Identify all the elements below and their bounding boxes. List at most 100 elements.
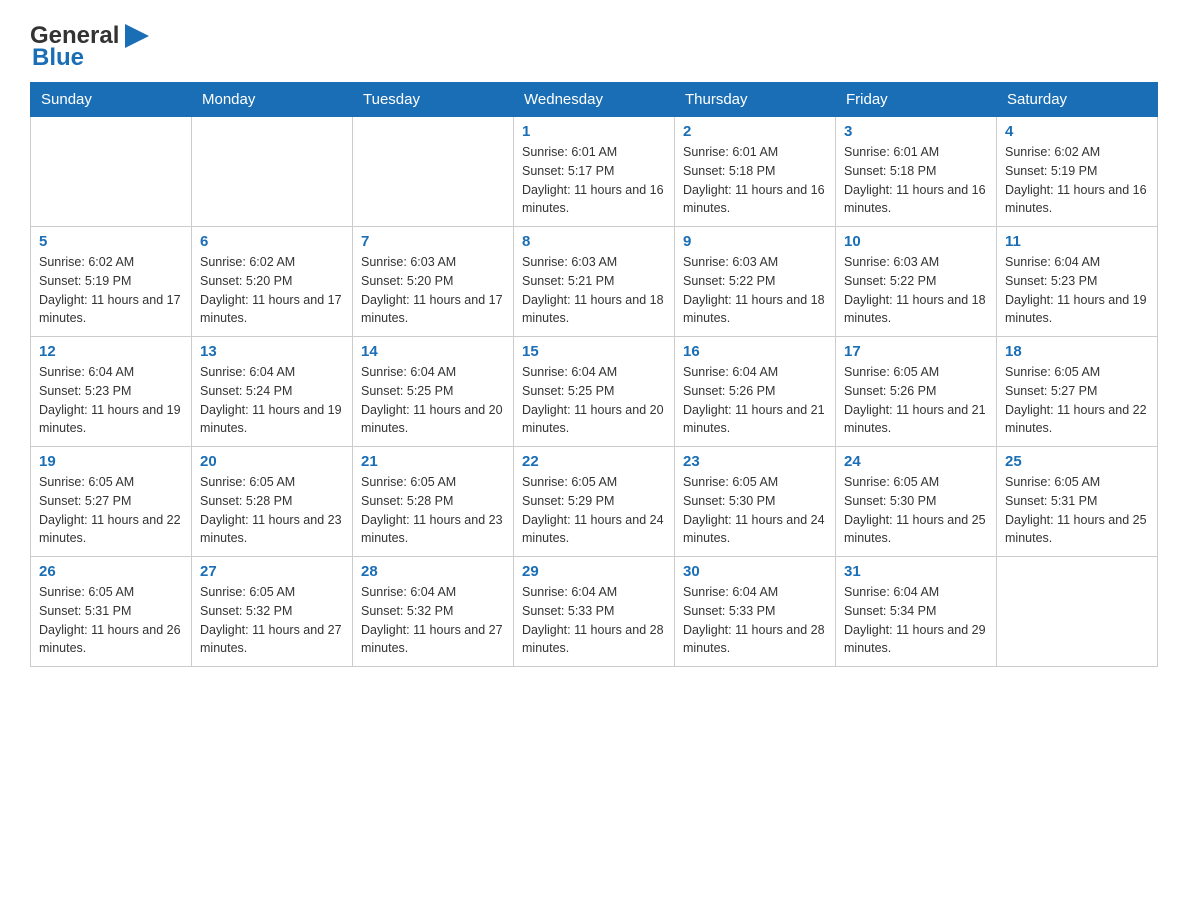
day-info: Sunrise: 6:03 AMSunset: 5:20 PMDaylight:… [361, 253, 505, 328]
calendar-day-cell: 16 Sunrise: 6:04 AMSunset: 5:26 PMDayligh… [675, 337, 836, 447]
calendar-day-cell: 22 Sunrise: 6:05 AMSunset: 5:29 PMDayligh… [514, 447, 675, 557]
day-info: Sunrise: 6:01 AMSunset: 5:18 PMDaylight:… [683, 143, 827, 218]
day-info: Sunrise: 6:01 AMSunset: 5:18 PMDaylight:… [844, 143, 988, 218]
calendar-day-cell: 31 Sunrise: 6:04 AMSunset: 5:34 PMDayligh… [836, 557, 997, 667]
calendar-day-cell: 7Sunrise: 6:03 AMSunset: 5:20 PMDaylight… [353, 227, 514, 337]
calendar-week-row: 12 Sunrise: 6:04 AMSunset: 5:23 PMDayligh… [31, 337, 1158, 447]
calendar-day-cell [997, 557, 1158, 667]
day-number: 27 [200, 563, 344, 580]
day-info: Sunrise: 6:05 AMSunset: 5:31 PMDaylight:… [1005, 473, 1149, 548]
day-number: 2 [683, 123, 827, 140]
day-number: 26 [39, 563, 183, 580]
day-number: 5 [39, 233, 183, 250]
day-number: 13 [200, 343, 344, 360]
day-number: 16 [683, 343, 827, 360]
calendar-day-cell: 9 Sunrise: 6:03 AMSunset: 5:22 PMDaylight… [675, 227, 836, 337]
day-number: 20 [200, 453, 344, 470]
calendar-day-cell: 11 Sunrise: 6:04 AMSunset: 5:23 PMDayligh… [997, 227, 1158, 337]
day-number: 4 [1005, 123, 1149, 140]
day-of-week-header: Wednesday [514, 83, 675, 117]
day-info: Sunrise: 6:05 AMSunset: 5:31 PMDaylight:… [39, 583, 183, 658]
day-number: 15 [522, 343, 666, 360]
calendar-header-row: SundayMondayTuesdayWednesdayThursdayFrid… [31, 83, 1158, 117]
day-info: Sunrise: 6:05 AMSunset: 5:28 PMDaylight:… [200, 473, 344, 548]
calendar-day-cell: 26 Sunrise: 6:05 AMSunset: 5:31 PMDayligh… [31, 557, 192, 667]
day-info: Sunrise: 6:05 AMSunset: 5:26 PMDaylight:… [844, 363, 988, 438]
day-number: 23 [683, 453, 827, 470]
day-info: Sunrise: 6:05 AMSunset: 5:27 PMDaylight:… [39, 473, 183, 548]
day-info: Sunrise: 6:05 AMSunset: 5:30 PMDaylight:… [844, 473, 988, 548]
calendar-day-cell: 23Sunrise: 6:05 AMSunset: 5:30 PMDayligh… [675, 447, 836, 557]
day-number: 31 [844, 563, 988, 580]
calendar-day-cell: 15 Sunrise: 6:04 AMSunset: 5:25 PMDayligh… [514, 337, 675, 447]
logo-blue-text: Blue [32, 44, 84, 72]
day-number: 29 [522, 563, 666, 580]
day-info: Sunrise: 6:04 AMSunset: 5:32 PMDaylight:… [361, 583, 505, 658]
day-info: Sunrise: 6:03 AMSunset: 5:22 PMDaylight:… [683, 253, 827, 328]
day-info: Sunrise: 6:03 AMSunset: 5:22 PMDaylight:… [844, 253, 988, 328]
day-number: 18 [1005, 343, 1149, 360]
calendar-week-row: 1Sunrise: 6:01 AMSunset: 5:17 PMDaylight… [31, 117, 1158, 227]
day-number: 6 [200, 233, 344, 250]
page-header: General Blue [30, 20, 1158, 72]
calendar-day-cell: 27 Sunrise: 6:05 AMSunset: 5:32 PMDayligh… [192, 557, 353, 667]
day-info: Sunrise: 6:02 AMSunset: 5:19 PMDaylight:… [39, 253, 183, 328]
day-number: 21 [361, 453, 505, 470]
logo: General Blue [30, 20, 153, 72]
calendar-day-cell: 5 Sunrise: 6:02 AMSunset: 5:19 PMDaylight… [31, 227, 192, 337]
day-of-week-header: Friday [836, 83, 997, 117]
calendar-day-cell: 8 Sunrise: 6:03 AMSunset: 5:21 PMDaylight… [514, 227, 675, 337]
day-info: Sunrise: 6:04 AMSunset: 5:33 PMDaylight:… [683, 583, 827, 658]
calendar-day-cell: 18 Sunrise: 6:05 AMSunset: 5:27 PMDayligh… [997, 337, 1158, 447]
calendar-day-cell: 17Sunrise: 6:05 AMSunset: 5:26 PMDayligh… [836, 337, 997, 447]
day-number: 25 [1005, 453, 1149, 470]
day-info: Sunrise: 6:01 AMSunset: 5:17 PMDaylight:… [522, 143, 666, 218]
calendar-week-row: 19 Sunrise: 6:05 AMSunset: 5:27 PMDayligh… [31, 447, 1158, 557]
day-number: 19 [39, 453, 183, 470]
day-of-week-header: Sunday [31, 83, 192, 117]
calendar-day-cell: 12 Sunrise: 6:04 AMSunset: 5:23 PMDayligh… [31, 337, 192, 447]
day-number: 8 [522, 233, 666, 250]
day-number: 9 [683, 233, 827, 250]
day-info: Sunrise: 6:04 AMSunset: 5:33 PMDaylight:… [522, 583, 666, 658]
day-info: Sunrise: 6:04 AMSunset: 5:25 PMDaylight:… [522, 363, 666, 438]
day-number: 12 [39, 343, 183, 360]
day-info: Sunrise: 6:04 AMSunset: 5:23 PMDaylight:… [39, 363, 183, 438]
day-info: Sunrise: 6:04 AMSunset: 5:25 PMDaylight:… [361, 363, 505, 438]
day-info: Sunrise: 6:04 AMSunset: 5:26 PMDaylight:… [683, 363, 827, 438]
calendar-day-cell: 30 Sunrise: 6:04 AMSunset: 5:33 PMDayligh… [675, 557, 836, 667]
calendar-day-cell: 6 Sunrise: 6:02 AMSunset: 5:20 PMDaylight… [192, 227, 353, 337]
logo-flag-icon [121, 20, 153, 52]
day-number: 3 [844, 123, 988, 140]
calendar-table: SundayMondayTuesdayWednesdayThursdayFrid… [30, 82, 1158, 667]
calendar-day-cell: 13Sunrise: 6:04 AMSunset: 5:24 PMDayligh… [192, 337, 353, 447]
calendar-day-cell: 25 Sunrise: 6:05 AMSunset: 5:31 PMDayligh… [997, 447, 1158, 557]
calendar-day-cell [192, 117, 353, 227]
day-of-week-header: Thursday [675, 83, 836, 117]
calendar-day-cell: 4Sunrise: 6:02 AMSunset: 5:19 PMDaylight… [997, 117, 1158, 227]
calendar-day-cell [353, 117, 514, 227]
day-number: 30 [683, 563, 827, 580]
day-info: Sunrise: 6:03 AMSunset: 5:21 PMDaylight:… [522, 253, 666, 328]
day-info: Sunrise: 6:05 AMSunset: 5:32 PMDaylight:… [200, 583, 344, 658]
calendar-day-cell: 19 Sunrise: 6:05 AMSunset: 5:27 PMDayligh… [31, 447, 192, 557]
day-info: Sunrise: 6:05 AMSunset: 5:29 PMDaylight:… [522, 473, 666, 548]
calendar-week-row: 5 Sunrise: 6:02 AMSunset: 5:19 PMDaylight… [31, 227, 1158, 337]
day-of-week-header: Tuesday [353, 83, 514, 117]
day-number: 24 [844, 453, 988, 470]
calendar-day-cell: 20 Sunrise: 6:05 AMSunset: 5:28 PMDayligh… [192, 447, 353, 557]
day-info: Sunrise: 6:04 AMSunset: 5:23 PMDaylight:… [1005, 253, 1149, 328]
day-number: 14 [361, 343, 505, 360]
day-info: Sunrise: 6:02 AMSunset: 5:20 PMDaylight:… [200, 253, 344, 328]
calendar-day-cell: 24 Sunrise: 6:05 AMSunset: 5:30 PMDayligh… [836, 447, 997, 557]
day-info: Sunrise: 6:04 AMSunset: 5:34 PMDaylight:… [844, 583, 988, 658]
day-of-week-header: Saturday [997, 83, 1158, 117]
calendar-day-cell [31, 117, 192, 227]
day-number: 22 [522, 453, 666, 470]
day-number: 11 [1005, 233, 1149, 250]
calendar-day-cell: 10Sunrise: 6:03 AMSunset: 5:22 PMDayligh… [836, 227, 997, 337]
day-info: Sunrise: 6:05 AMSunset: 5:27 PMDaylight:… [1005, 363, 1149, 438]
calendar-day-cell: 29 Sunrise: 6:04 AMSunset: 5:33 PMDayligh… [514, 557, 675, 667]
day-info: Sunrise: 6:05 AMSunset: 5:28 PMDaylight:… [361, 473, 505, 548]
calendar-day-cell: 21 Sunrise: 6:05 AMSunset: 5:28 PMDayligh… [353, 447, 514, 557]
